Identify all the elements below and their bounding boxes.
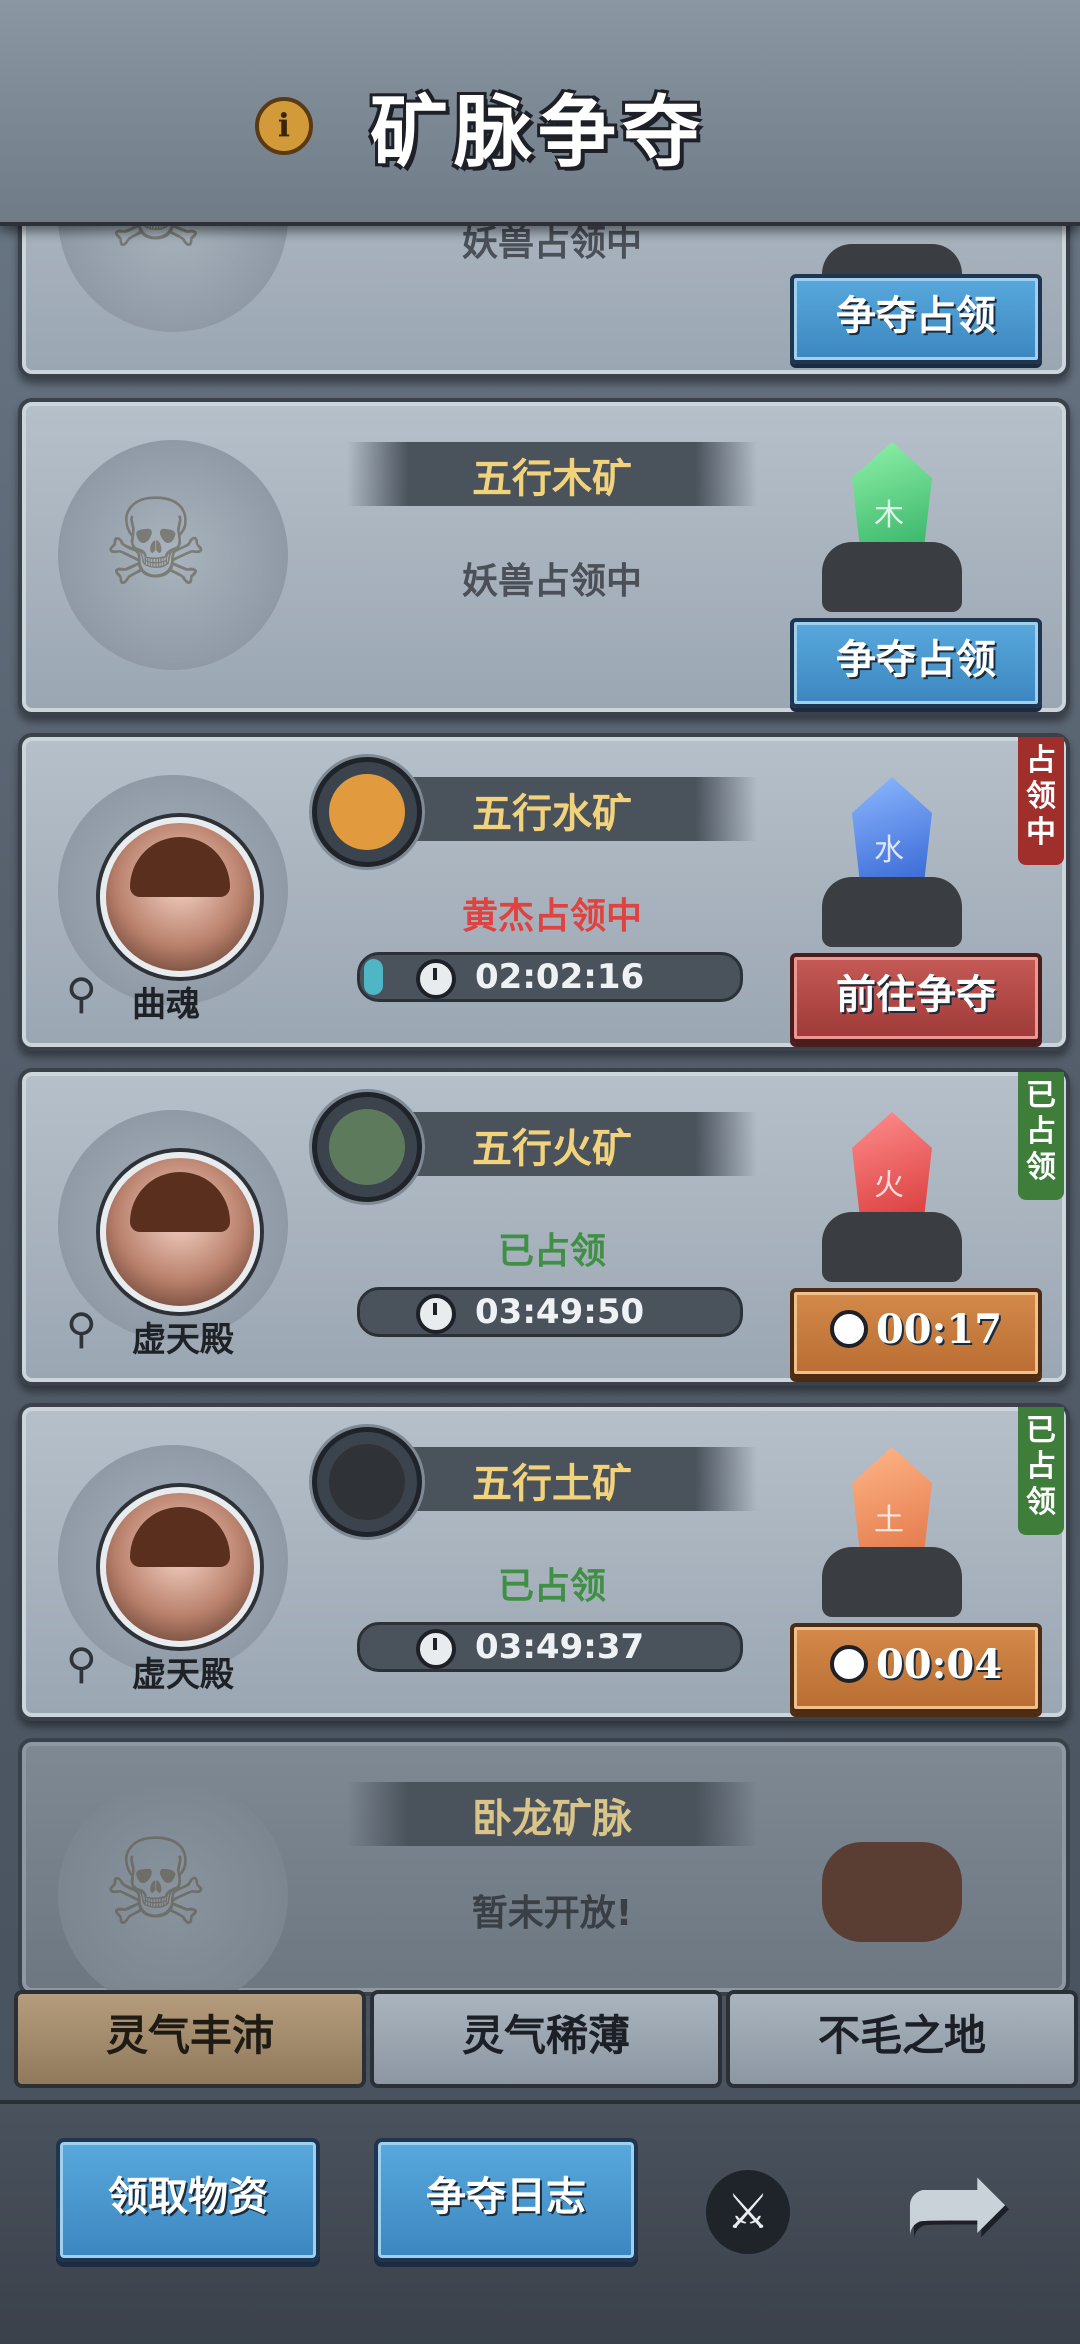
cooldown-button[interactable]: 00:17 — [790, 1288, 1042, 1378]
clock-icon — [829, 1645, 868, 1683]
location-label: 虚天殿 — [132, 1320, 234, 1360]
earth-crystal-icon: 土 — [822, 1447, 962, 1617]
fire-crystal-icon: 火 — [822, 1112, 962, 1282]
contest-button[interactable]: 争夺占领 — [790, 618, 1042, 708]
header: i 矿脉争夺 — [0, 0, 1080, 226]
mine-card-earth: ⚲ 虚天殿 五行土矿 已占领 03:49:37 土 00:04 已占领 — [18, 1403, 1070, 1721]
location-pin-icon: ⚲ — [66, 1304, 97, 1353]
occupation-timer: 03:49:37 — [357, 1622, 743, 1672]
return-arrow-icon[interactable]: ➦ — [892, 2136, 1022, 2266]
go-contest-button[interactable]: 前往争夺 — [790, 953, 1042, 1043]
occupying-tag: 占领中 — [1018, 737, 1064, 865]
timer-text: 02:02:16 — [475, 957, 645, 997]
cooldown-button[interactable]: 00:04 — [790, 1623, 1042, 1713]
mine-status: 已占领 — [497, 1231, 606, 1272]
timer-text: 03:49:37 — [475, 1627, 645, 1667]
occupied-tag: 已占领 — [1018, 1407, 1064, 1535]
dragon-vein-icon — [822, 1782, 962, 1952]
tab-barren-land[interactable]: 不毛之地 — [726, 1990, 1078, 2088]
avatar[interactable] — [100, 817, 260, 977]
tab-thin-qi[interactable]: 灵气稀薄 — [370, 1990, 722, 2088]
mine-name: 五行木矿 — [472, 455, 632, 502]
location-label: 虚天殿 — [132, 1655, 234, 1695]
tab-rich-qi[interactable]: 灵气丰沛 — [14, 1990, 366, 2088]
mine-card-fire: ⚲ 虚天殿 五行火矿 已占领 03:49:50 火 00:17 已占领 — [18, 1068, 1070, 1386]
clock-icon — [416, 1629, 456, 1669]
wood-crystal-icon: 木 — [822, 442, 962, 612]
location-label: 曲魂 — [132, 985, 200, 1025]
mine-name: 五行火矿 — [472, 1125, 632, 1172]
timer-progress — [364, 959, 383, 995]
beast-mask-icon: ☠ — [102, 474, 210, 613]
contest-button[interactable]: 争夺占领 — [790, 274, 1042, 364]
mine-status: 妖兽占领中 — [461, 561, 642, 602]
mine-status: 黄杰占领中 — [461, 896, 642, 937]
avatar[interactable] — [100, 1152, 260, 1312]
page-title: 矿脉争夺 — [370, 87, 707, 178]
occupation-timer: 03:49:50 — [357, 1287, 743, 1337]
mine-status: 暂未开放! — [471, 1893, 633, 1934]
beast-mask-icon: ☠ — [102, 1814, 210, 1953]
avatar[interactable] — [100, 1487, 260, 1647]
crossed-swords-icon[interactable]: ⚔ — [706, 2170, 790, 2254]
mine-name: 五行土矿 — [472, 1460, 632, 1507]
collect-supplies-button[interactable]: 领取物资 — [56, 2138, 320, 2262]
mine-card-water: ⚲ 曲魂 五行水矿 黄杰占领中 02:02:16 水 前往争夺 占领中 — [18, 733, 1070, 1051]
occupied-tag: 已占领 — [1018, 1072, 1064, 1200]
timer-text: 03:49:50 — [475, 1292, 645, 1332]
mine-name: 五行水矿 — [472, 790, 632, 837]
clock-icon — [416, 959, 456, 999]
location-pin-icon: ⚲ — [66, 969, 97, 1018]
occupation-timer: 02:02:16 — [357, 952, 743, 1002]
clock-icon — [416, 1294, 456, 1334]
mine-name: 卧龙矿脉 — [472, 1795, 632, 1842]
water-crystal-icon: 水 — [822, 777, 962, 947]
clock-icon — [829, 1310, 868, 1348]
location-pin-icon: ⚲ — [66, 1639, 97, 1688]
mine-card-locked: ☠ 卧龙矿脉 暂未开放! — [18, 1738, 1070, 2010]
mine-card-wood: ☠ 五行木矿 妖兽占领中 木 争夺占领 — [18, 398, 1070, 716]
contest-log-button[interactable]: 争夺日志 — [374, 2138, 638, 2262]
info-icon[interactable]: i — [255, 97, 313, 155]
mine-status: 已占领 — [497, 1566, 606, 1607]
